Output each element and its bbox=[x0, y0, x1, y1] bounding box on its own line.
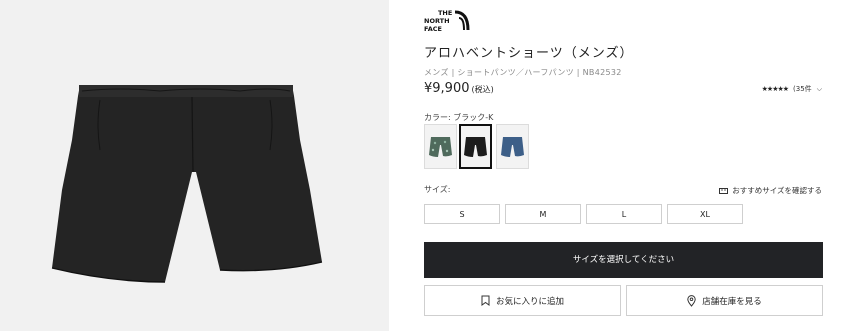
ruler-icon bbox=[719, 187, 729, 194]
price-value: ¥9,900 bbox=[424, 81, 470, 96]
product-image-panel bbox=[0, 0, 389, 331]
brand-logo[interactable]: THE NORTH FACE bbox=[424, 8, 472, 38]
location-pin-icon bbox=[687, 294, 696, 307]
size-option-xl[interactable]: XL bbox=[667, 204, 743, 224]
rating-stars: ★★★★★ bbox=[761, 85, 789, 93]
check-store-stock-button[interactable]: 店舗在庫を見る bbox=[626, 285, 823, 316]
rating-chevron-icon: ⌵ bbox=[816, 84, 822, 93]
shorts-thumbnail-green bbox=[429, 137, 452, 157]
add-to-favorites-button[interactable]: お気に入りに追加 bbox=[424, 285, 621, 316]
north-face-logo-icon: THE NORTH FACE bbox=[424, 9, 470, 33]
add-to-favorites-label: お気に入りに追加 bbox=[495, 296, 564, 307]
product-image-shorts bbox=[51, 85, 323, 283]
price-tax-note: (税込) bbox=[471, 85, 494, 94]
color-label: カラー: ブラック-K bbox=[424, 113, 494, 122]
shorts-thumbnail-blue bbox=[501, 137, 524, 157]
color-swatch-black[interactable] bbox=[459, 124, 492, 169]
size-guide-link[interactable]: おすすめサイズを確認する bbox=[719, 185, 822, 196]
size-option-s[interactable]: S bbox=[424, 204, 500, 224]
color-swatch-denim-blue[interactable] bbox=[496, 124, 529, 169]
size-guide-label: おすすめサイズを確認する bbox=[732, 186, 822, 195]
shorts-thumbnail-black bbox=[464, 137, 487, 157]
product-price: ¥9,900 (税込) bbox=[424, 81, 494, 96]
color-swatch-pattern-green[interactable] bbox=[424, 124, 457, 169]
size-option-m[interactable]: M bbox=[505, 204, 581, 224]
check-store-stock-label: 店舗在庫を見る bbox=[702, 296, 762, 307]
svg-text:NORTH: NORTH bbox=[424, 17, 450, 25]
product-meta: メンズ | ショートパンツ／ハーフパンツ | NB42532 bbox=[424, 68, 622, 77]
bookmark-icon bbox=[481, 295, 490, 306]
svg-text:FACE: FACE bbox=[424, 25, 442, 33]
svg-text:THE: THE bbox=[438, 9, 452, 17]
rating-summary[interactable]: ★★★★★ (35件 ⌵ bbox=[762, 84, 822, 94]
size-option-l[interactable]: L bbox=[586, 204, 662, 224]
size-label: サイズ: bbox=[424, 185, 451, 194]
product-title: アロハベントショーツ（メンズ） bbox=[424, 46, 634, 61]
rating-count: (35件 bbox=[793, 85, 812, 93]
select-size-button[interactable]: サイズを選択してください bbox=[424, 242, 823, 278]
